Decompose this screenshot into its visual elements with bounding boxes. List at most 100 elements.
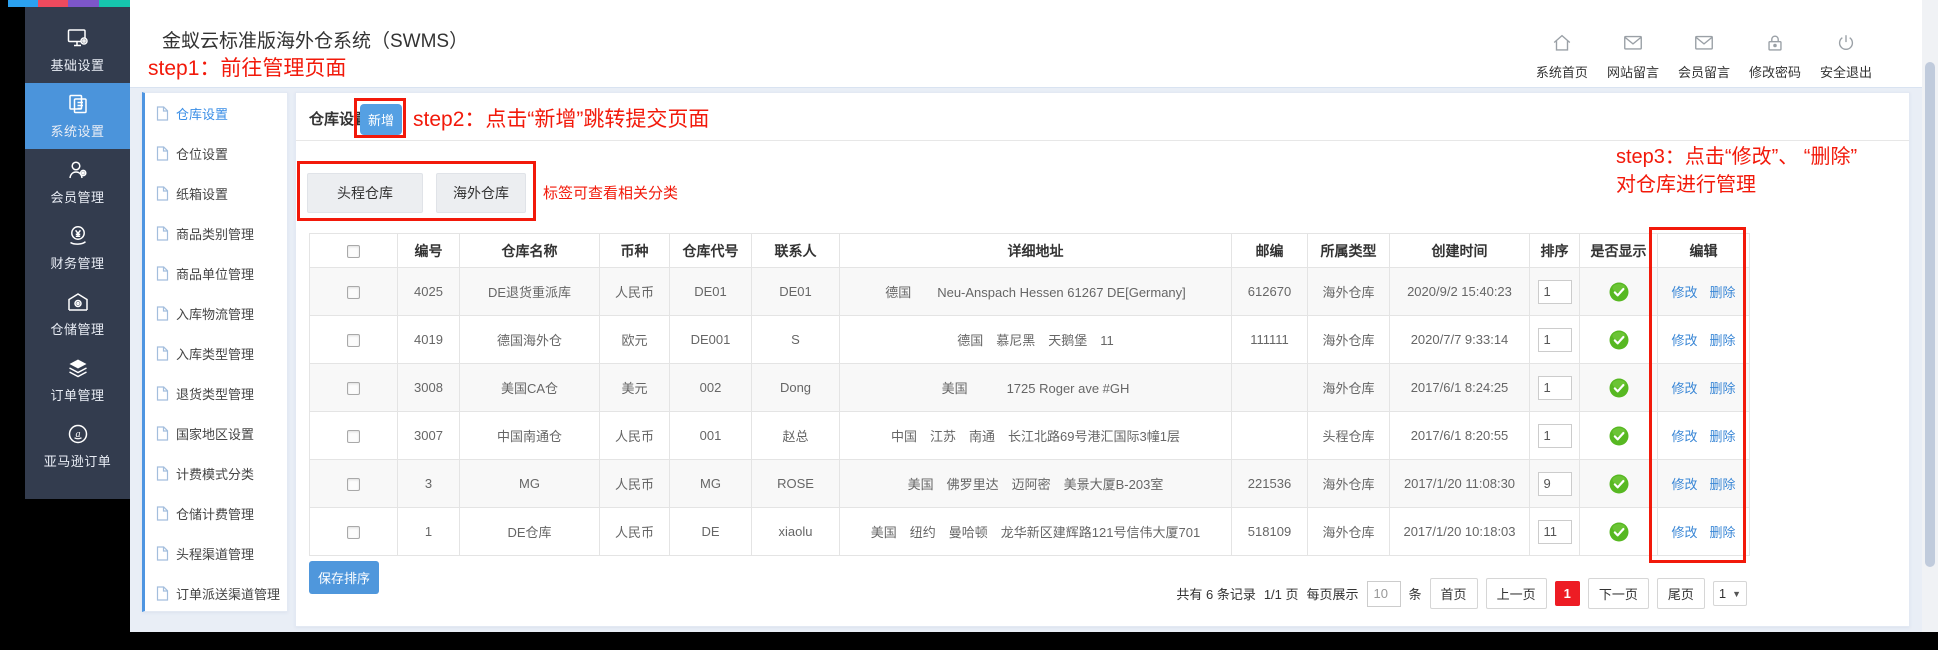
edit-link[interactable]: 修改 — [1671, 429, 1697, 444]
topnav-logout[interactable]: 安全退出 — [1820, 32, 1872, 81]
sort-order-input[interactable] — [1538, 280, 1572, 304]
cell-code: DE — [670, 508, 752, 556]
delete-link[interactable]: 删除 — [1710, 429, 1736, 444]
cell-type: 海外仓库 — [1308, 268, 1390, 316]
submenu-item[interactable]: 计费模式分类 — [145, 453, 287, 493]
cell-type: 海外仓库 — [1308, 316, 1390, 364]
col-header: 联系人 — [752, 234, 840, 268]
submenu-item[interactable]: 国家地区设置 — [145, 413, 287, 453]
row-checkbox[interactable] — [347, 478, 360, 491]
submenu-item[interactable]: 纸箱设置 — [145, 173, 287, 213]
edit-link[interactable]: 修改 — [1671, 285, 1697, 300]
annotation-step3-line1: step3：点击“修改”、 “删除” — [1616, 143, 1857, 171]
topnav-change-password[interactable]: 修改密码 — [1749, 32, 1801, 81]
row-checkbox[interactable] — [347, 430, 360, 443]
sidebar-item-label: 亚马逊订单 — [44, 451, 112, 470]
submenu-item[interactable]: 入库物流管理 — [145, 293, 287, 333]
select-all-checkbox[interactable] — [347, 245, 360, 258]
sidebar-item-finance-management[interactable]: 财务管理 — [25, 215, 130, 281]
sort-order-input[interactable] — [1538, 424, 1572, 448]
submenu-item[interactable]: 仓位设置 — [145, 133, 287, 173]
tab-first-leg-warehouse[interactable]: 头程仓库 — [307, 173, 423, 213]
app-window: 基础设置 系统设置 会员管理 财务管理 仓储管理 订单管理 a 亚马逊订单 金蚁… — [0, 0, 1938, 650]
topnav-label: 安全退出 — [1820, 62, 1872, 81]
submenu-item[interactable]: 仓储计费管理 — [145, 493, 287, 533]
delete-link[interactable]: 删除 — [1710, 381, 1736, 396]
edit-link[interactable]: 修改 — [1671, 477, 1697, 492]
per-page-label: 每页展示 — [1307, 584, 1359, 603]
sort-order-input[interactable] — [1538, 520, 1572, 544]
page-jump-select[interactable]: 1▼ — [1713, 581, 1747, 606]
total-records-text: 共有 6 条记录 — [1176, 584, 1255, 603]
sidebar-item-base-settings[interactable]: 基础设置 — [25, 17, 130, 83]
browser-scrollbar[interactable] — [1922, 0, 1938, 632]
sidebar-item-system-settings[interactable]: 系统设置 — [25, 83, 130, 149]
prev-page-button[interactable]: 上一页 — [1486, 578, 1547, 609]
tab-overseas-warehouse[interactable]: 海外仓库 — [436, 173, 526, 213]
first-page-button[interactable]: 首页 — [1430, 578, 1478, 609]
cell-created: 2017/1/20 11:08:30 — [1390, 460, 1530, 508]
row-checkbox[interactable] — [347, 526, 360, 539]
col-header: 是否显示 — [1580, 234, 1658, 268]
sidebar-item-member-management[interactable]: 会员管理 — [25, 149, 130, 215]
annotation-tabs-note: 标签可查看相关分类 — [543, 182, 678, 203]
last-page-button[interactable]: 尾页 — [1657, 578, 1705, 609]
edit-link[interactable]: 修改 — [1671, 333, 1697, 348]
save-sort-button[interactable]: 保存排序 — [309, 561, 379, 594]
sort-order-input[interactable] — [1538, 376, 1572, 400]
visible-check-icon — [1609, 283, 1629, 298]
sidebar-item-amazon-orders[interactable]: a 亚马逊订单 — [25, 413, 130, 479]
row-checkbox[interactable] — [347, 286, 360, 299]
submenu-item-label: 仓库设置 — [176, 104, 228, 123]
add-warehouse-button[interactable]: 新增 — [360, 104, 402, 135]
topnav-label: 会员留言 — [1678, 62, 1730, 81]
visible-check-icon — [1609, 523, 1629, 538]
submenu-item[interactable]: 仓库设置 — [145, 93, 287, 133]
row-checkbox[interactable] — [347, 382, 360, 395]
main-area: 金蚁云标准版海外仓系统（SWMS） 系统首页 网站留言 会员留言 修改密码 安全… — [130, 0, 1922, 632]
per-page-input[interactable] — [1367, 581, 1401, 607]
document-icon — [156, 186, 169, 201]
topnav-site-messages[interactable]: 网站留言 — [1607, 32, 1659, 81]
row-checkbox[interactable] — [347, 334, 360, 347]
col-header: 币种 — [600, 234, 670, 268]
submenu-item[interactable]: 头程渠道管理 — [145, 533, 287, 573]
warehouse-icon — [66, 290, 90, 314]
submenu-item[interactable]: 退货类型管理 — [145, 373, 287, 413]
topnav-home[interactable]: 系统首页 — [1536, 32, 1588, 81]
sort-order-input[interactable] — [1538, 328, 1572, 352]
delete-link[interactable]: 删除 — [1710, 477, 1736, 492]
submenu-item[interactable]: 商品类别管理 — [145, 213, 287, 253]
submenu-item-label: 计费模式分类 — [176, 464, 254, 483]
topnav-label: 修改密码 — [1749, 62, 1801, 81]
submenu-item[interactable]: 商品单位管理 — [145, 253, 287, 293]
power-icon — [1835, 32, 1857, 59]
cell-warehouse-name: DE仓库 — [460, 508, 600, 556]
col-header: 编辑 — [1658, 234, 1750, 268]
edit-link[interactable]: 修改 — [1671, 525, 1697, 540]
col-header: 所属类型 — [1308, 234, 1390, 268]
cell-created: 2017/6/1 8:20:55 — [1390, 412, 1530, 460]
delete-link[interactable]: 删除 — [1710, 333, 1736, 348]
cell-code: DE01 — [670, 268, 752, 316]
sort-order-input[interactable] — [1538, 472, 1572, 496]
app-title: 金蚁云标准版海外仓系统（SWMS） — [162, 26, 468, 53]
topnav-member-messages[interactable]: 会员留言 — [1678, 32, 1730, 81]
sidebar-item-order-management[interactable]: 订单管理 — [25, 347, 130, 413]
delete-link[interactable]: 删除 — [1710, 285, 1736, 300]
next-page-button[interactable]: 下一页 — [1588, 578, 1649, 609]
scrollbar-thumb[interactable] — [1925, 62, 1935, 567]
document-icon — [156, 226, 169, 241]
annotation-step1: step1：前往管理页面 — [148, 52, 346, 82]
submenu-item[interactable]: 订单派送渠道管理 — [145, 573, 287, 613]
visible-check-icon — [1609, 331, 1629, 346]
sidebar-item-warehouse-management[interactable]: 仓储管理 — [25, 281, 130, 347]
cell-id: 4019 — [398, 316, 460, 364]
edit-link[interactable]: 修改 — [1671, 381, 1697, 396]
cell-contact: xiaolu — [752, 508, 840, 556]
delete-link[interactable]: 删除 — [1710, 525, 1736, 540]
submenu-item-label: 商品类别管理 — [176, 224, 254, 243]
submenu-item[interactable]: 入库类型管理 — [145, 333, 287, 373]
document-icon — [156, 426, 169, 441]
finance-icon — [66, 224, 90, 248]
